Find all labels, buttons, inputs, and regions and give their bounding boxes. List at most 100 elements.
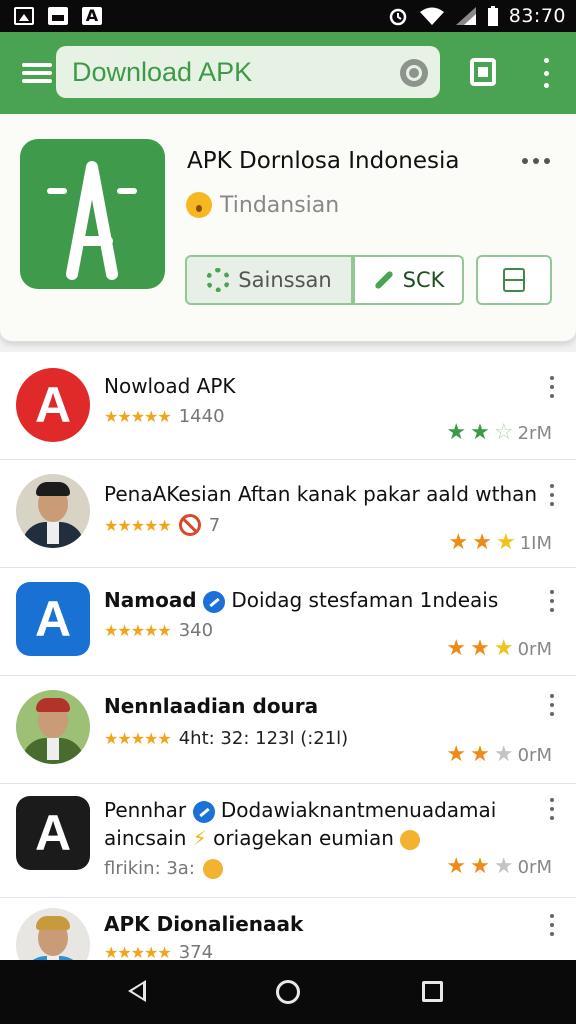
- no-sign-icon: [178, 514, 201, 536]
- item-more-icon[interactable]: [550, 590, 556, 612]
- app-meta: ★★★★★ 340: [104, 620, 213, 641]
- status-bar: A 83:70: [0, 0, 576, 32]
- home-icon[interactable]: [276, 980, 300, 1004]
- app-title: PenaAKesian Aftan kanak pakar aald wthan: [104, 482, 538, 506]
- star-icon: ★: [470, 854, 490, 879]
- star-icon: ★: [470, 636, 490, 661]
- search-field[interactable]: Download APK: [56, 46, 440, 98]
- battery-icon: [487, 6, 498, 26]
- app-meta: ★★★★★ 1440: [104, 406, 225, 427]
- star-icon: ★: [448, 530, 469, 555]
- gear-icon: [206, 268, 231, 292]
- app-meta-text: 4ht: 32: 123l (:21l): [178, 728, 349, 749]
- item-more-icon[interactable]: [550, 694, 556, 716]
- app-size: 1IM: [519, 532, 552, 554]
- status-time: 83:70: [508, 5, 566, 27]
- surprised-emoji-icon: [186, 192, 212, 218]
- star-icon: ★: [495, 530, 516, 555]
- app-rating: ★ ★ ☆ 2rM: [446, 422, 552, 444]
- star-empty-icon: ★: [493, 742, 514, 767]
- five-star-rating-icon: ★★★★★: [104, 621, 172, 640]
- featured-app-card[interactable]: APK Dornlosa Indonesia Tindansian Sainss…: [0, 114, 576, 342]
- app-icon: A: [16, 368, 90, 442]
- apk-notification-icon: A: [82, 7, 102, 25]
- sck-button[interactable]: SCK: [353, 255, 464, 305]
- gallery-notification-icon: [48, 7, 68, 25]
- app-rating: ★ ★ ★ 0rM: [446, 744, 552, 766]
- star-icon: ★: [446, 636, 467, 661]
- recent-apps-icon[interactable]: [422, 981, 443, 1002]
- featured-actions: Sainssan SCK: [185, 255, 552, 305]
- app-title: Pennhar Dodawiaknantmenuadamai: [104, 798, 496, 823]
- lightning-icon: ⚡: [192, 826, 207, 850]
- item-more-icon[interactable]: [550, 914, 556, 936]
- app-size: 2rM: [517, 422, 552, 444]
- star-outline-icon: ☆: [493, 420, 514, 445]
- item-more-icon[interactable]: [550, 376, 556, 398]
- app-meta-text: 340: [178, 620, 214, 641]
- featured-app-name: APK Dornlosa Indonesia: [187, 148, 460, 174]
- app-title: Nowload APK: [104, 374, 236, 398]
- app-list: A Nowload APK ★★★★★ 1440 ★ ★ ☆ 2rM PenaAKe…: [0, 352, 576, 960]
- verified-badge-icon: [192, 800, 215, 823]
- list-item[interactable]: APK Dionalienaak ★★★★★ 374: [0, 898, 576, 960]
- app-size: 0rM: [517, 638, 552, 660]
- featured-more-icon[interactable]: [522, 158, 550, 164]
- app-title-text: Doidag stesfaman 1ndeais: [231, 588, 499, 612]
- app-title-extra: Dodawiaknantmenuadamai: [220, 798, 497, 822]
- person-avatar: [16, 474, 90, 548]
- alarm-icon: [389, 8, 406, 26]
- app-size: 0rM: [517, 856, 552, 878]
- search-action-icon[interactable]: [400, 59, 428, 87]
- app-meta-text: flrikin: 3a:: [104, 858, 195, 879]
- list-item[interactable]: PenaAKesian Aftan kanak pakar aald wthan…: [0, 460, 576, 568]
- app-rating: ★ ★ ★ 1IM: [449, 532, 553, 554]
- app-title: Nennlaadian doura: [104, 694, 319, 718]
- list-item[interactable]: A Namoad Doidag stesfaman 1ndeais ★★★★★ …: [0, 568, 576, 676]
- five-star-rating-icon: ★★★★★: [104, 729, 172, 748]
- person-avatar: [16, 690, 90, 764]
- app-size: 0rM: [517, 744, 552, 766]
- square-icon[interactable]: [470, 58, 496, 86]
- star-icon: ★: [446, 742, 467, 767]
- list-item[interactable]: A Nowload APK ★★★★★ 1440 ★ ★ ☆ 2rM: [0, 352, 576, 460]
- app-meta: ★★★★★ 4ht: 32: 123l (:21l): [104, 728, 348, 749]
- menu-icon[interactable]: [20, 58, 54, 88]
- item-more-icon[interactable]: [550, 484, 556, 506]
- navigation-bar: [0, 960, 576, 1024]
- settings-button[interactable]: Sainssan: [185, 255, 353, 305]
- featured-app-icon: [20, 139, 165, 289]
- star-icon: ★: [472, 530, 492, 555]
- overflow-menu-icon[interactable]: [538, 58, 554, 88]
- app-title-bold: Namoad: [104, 588, 197, 612]
- star-icon: ★: [493, 636, 514, 661]
- emoji-icon: [400, 829, 421, 850]
- cell-signal-icon: [455, 7, 476, 25]
- app-bar: Download APK: [0, 32, 576, 114]
- featured-subtitle-text: Tindansian: [220, 192, 340, 218]
- app-title: Namoad Doidag stesfaman 1ndeais: [104, 588, 498, 613]
- app-meta-text: 374: [178, 942, 214, 960]
- star-icon: ★: [470, 420, 490, 445]
- app-icon: A: [16, 796, 90, 870]
- search-field-text: Download APK: [72, 56, 253, 87]
- app-title-text: Pennhar: [104, 798, 187, 822]
- list-item[interactable]: Nennlaadian doura ★★★★★ 4ht: 32: 123l (:…: [0, 676, 576, 784]
- featured-subtitle: Tindansian: [186, 192, 339, 218]
- app-title-line2: aincsain ⚡ oriagekan eumian: [104, 826, 421, 850]
- brush-icon: [373, 270, 394, 290]
- layout-button[interactable]: [476, 255, 552, 305]
- image-notification-icon: [14, 7, 34, 25]
- five-star-rating-icon: ★★★★★: [104, 407, 172, 426]
- star-icon: ★: [446, 420, 467, 445]
- verified-badge-icon: [203, 590, 225, 613]
- app-title: APK Dionalienaak: [104, 912, 304, 936]
- person-avatar: [16, 908, 90, 960]
- list-item[interactable]: A Pennhar Dodawiaknantmenuadamai aincsai…: [0, 784, 576, 898]
- app-meta: ★★★★★ 374: [104, 942, 213, 960]
- layout-icon: [503, 268, 525, 292]
- wifi-icon: [419, 7, 444, 25]
- back-icon[interactable]: [128, 980, 146, 1002]
- star-empty-icon: ★: [493, 854, 514, 879]
- item-more-icon[interactable]: [550, 798, 556, 820]
